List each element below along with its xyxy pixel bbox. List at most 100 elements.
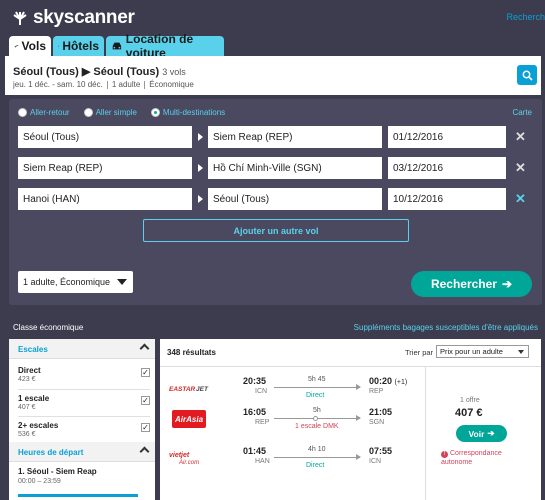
arrival-time: 21:05 [369,407,393,417]
leg3-remove-icon[interactable]: ✕ [515,191,526,207]
stops-info: 1 escale DMK [295,423,339,430]
stops-option-price: 423 € [18,376,36,383]
stops-info: Direct [306,392,325,399]
summary-travellers: 1 adulte [111,80,141,89]
stops-checkbox[interactable]: ✓ [141,368,150,377]
brand-name: skyscanner [33,7,135,28]
radio-return[interactable] [18,108,27,117]
summary-origin: Séoul (Tous) [13,66,79,78]
trip-type-group: Aller-retour Aller simple Multi-destinat… [18,108,239,117]
edit-search-button[interactable] [517,65,537,85]
leg1-from-input[interactable]: Séoul (Tous) [18,126,192,148]
departure-code: ICN [255,388,268,395]
cabin-title: Classe économique [13,323,84,332]
leg3-date-input[interactable]: 10/12/2016 [388,188,506,210]
leg2-to-input[interactable]: Hồ Chí Minh-Ville (SGN) [208,157,382,179]
result-card[interactable]: EASTAR JET 20:35 ICN 5h 45 Direct 00:20 (… [160,366,541,500]
stops-option-label: 2+ escales [18,421,59,430]
departure-code: HAN [255,458,270,465]
stops-filter-two-plus[interactable]: 2+ escales 536 € ✓ [18,419,150,443]
leg2-remove-icon[interactable]: ✕ [515,160,526,176]
leg1-date-input[interactable]: 01/12/2016 [388,126,506,148]
tab-flights[interactable]: Vols [9,36,51,56]
search-icon [522,70,533,81]
svg-text:Air.com: Air.com [178,460,199,466]
search-link[interactable]: Recherch [506,12,545,22]
airline-logo: AirAsia [164,410,214,428]
radio-multi[interactable] [150,108,160,117]
cabin-class-select[interactable]: 1 adulte, Économique [18,271,133,293]
chevron-up-icon[interactable] [139,446,150,457]
departure-time: 20:35 [243,376,267,386]
bed-icon [58,45,60,47]
radio-oneway[interactable] [83,108,93,117]
stops-info: Direct [306,462,325,469]
summary-meta: jeu. 1 déc. - sam. 10 déc. 1 adulte Économ… [13,80,194,89]
svg-text:AirAsia: AirAsia [174,415,204,424]
svg-text:JET: JET [196,386,209,393]
map-link[interactable]: Carte [512,108,532,117]
leg2-date-input[interactable]: 03/12/2016 [388,157,506,179]
summary-flights: 3 vols [162,67,186,77]
arrow-right-icon: ➔ [487,428,495,438]
self-transfer-text: Correspondance autonome [441,450,502,466]
flight-duration: 5h 45 [308,376,326,383]
search-panel: Aller-retour Aller simple Multi-destinat… [9,99,542,305]
sun-logo-icon [13,11,27,25]
svg-text:vietjet: vietjet [169,452,190,459]
departure-filter-title: Heures de départ [18,448,84,457]
arrival-time: 07:55 [369,446,393,456]
stops-checkbox[interactable]: ✓ [141,396,150,405]
departure-time-slider[interactable] [18,494,138,497]
results-count: 348 résultats [167,348,216,357]
flight-line [274,384,361,390]
sort-select[interactable]: Prix pour un adulte [436,345,529,358]
sort-label: Trier par [405,348,434,357]
alert-icon: ! [441,451,448,458]
trip-type-oneway[interactable]: Aller simple [83,108,137,117]
view-deal-label: Voir [468,428,485,439]
summary-destination: Séoul (Tous) [93,66,160,78]
leg2-from-input[interactable]: Siem Reap (REP) [18,157,192,179]
summary-dates: jeu. 1 déc. - sam. 10 déc. [13,80,103,89]
baggage-link[interactable]: Suppléments bagages susceptibles d'être … [354,323,538,332]
eastarjet-logo-icon: EASTAR JET [169,386,209,393]
stops-filter-one[interactable]: 1 escale 407 € ✓ [18,392,150,416]
arrival-time-value: 00:20 [369,376,393,386]
tab-car-rental[interactable]: Location de voiture [106,32,224,60]
search-button[interactable]: Rechercher ➔ [411,271,532,297]
leg3-to-input[interactable]: Séoul (Tous) [208,188,382,210]
view-deal-button[interactable]: Voir ➔ [456,425,507,442]
offers-count: 1 offre [460,397,480,404]
tab-hotels[interactable]: Hôtels [53,36,104,56]
leg3-from-input[interactable]: Hanoi (HAN) [18,188,192,210]
itinerary-leg: vietjet Air.com 01:45 HAN 4h 10 Direct 07… [160,443,418,474]
stops-filter-header[interactable]: Escales [9,339,155,359]
add-flight-button[interactable]: Ajouter un autre vol [143,219,409,242]
departure-code: REP [255,419,270,426]
leg1-to-input[interactable]: Siem Reap (REP) [208,126,382,148]
route-summary: Séoul (Tous) ▶ Séoul (Tous) 3 vols [13,65,186,78]
top-header: skyscanner Recherch [0,0,545,36]
skyscanner-logo[interactable]: skyscanner [10,7,135,29]
chevron-up-icon[interactable] [139,343,150,354]
departure-time: 16:05 [243,407,267,417]
trip-type-multi-label: Multi-destinations [162,108,226,117]
arrow-right-icon: ➔ [501,277,513,291]
flight-duration: 5h [313,407,321,414]
stops-filter-direct[interactable]: Direct 423 € ✓ [18,364,150,388]
trip-type-multi[interactable]: Multi-destinations [150,108,226,117]
departure-filter-header[interactable]: Heures de départ [9,442,155,462]
airline-logo: EASTAR JET [164,379,214,397]
airline-logo: vietjet Air.com [164,449,214,467]
stops-checkbox[interactable]: ✓ [141,423,150,432]
arrival-time: 00:20 (+1) [369,376,407,386]
stops-option-label: 1 escale [18,394,50,403]
summary-cabin: Économique [149,80,194,89]
trip-type-return[interactable]: Aller-retour [18,108,70,117]
stops-filter-title: Escales [18,345,48,354]
results-list: 348 résultats Trier par Prix pour un adu… [160,339,541,500]
results-header: Classe économique Suppléments bagages su… [9,318,542,338]
search-button-label: Rechercher [430,277,497,291]
leg1-remove-icon[interactable]: ✕ [515,129,526,145]
